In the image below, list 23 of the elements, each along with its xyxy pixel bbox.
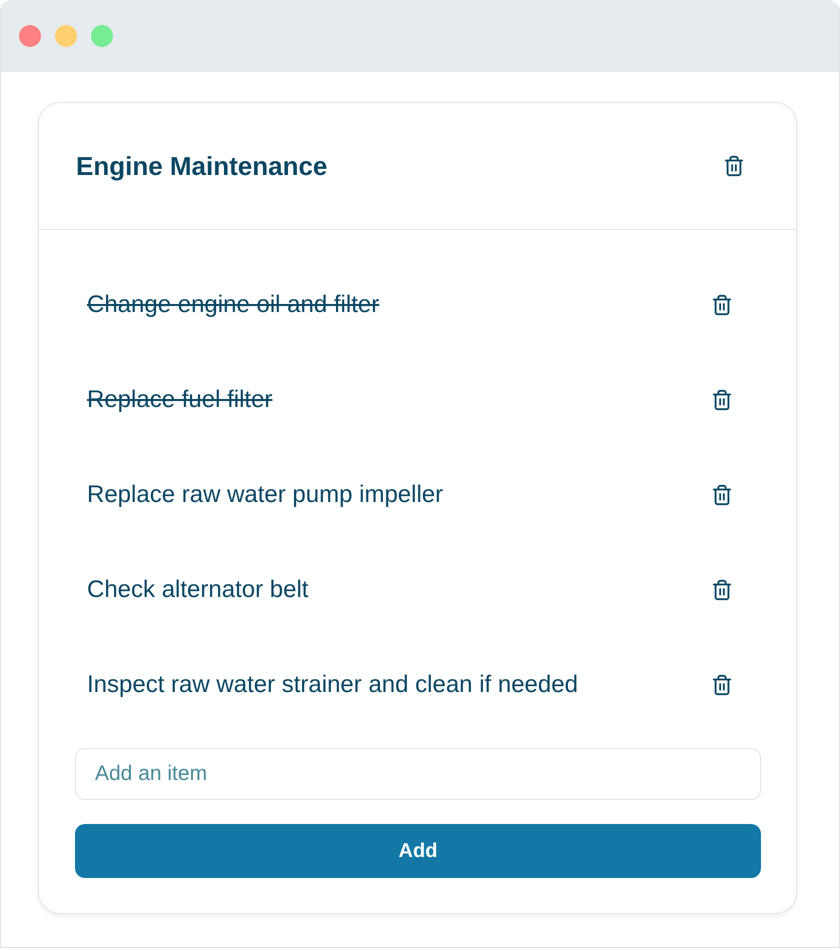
trash-icon (711, 674, 733, 696)
trash-icon (711, 578, 733, 600)
add-button[interactable]: Add (75, 824, 761, 878)
checklist-title: Engine Maintenance (76, 150, 328, 182)
minimize-dot-icon[interactable] (55, 25, 77, 47)
item-text[interactable]: Replace raw water pump impeller (87, 480, 444, 508)
completed-item-text[interactable]: Replace fuel filter (87, 386, 272, 414)
trash-icon (711, 484, 733, 506)
close-dot-icon[interactable] (19, 25, 41, 47)
add-item-field[interactable]: Add an item (75, 748, 761, 800)
trash-icon (711, 294, 733, 316)
trash-icon (711, 388, 733, 410)
delete-list-button[interactable] (723, 155, 745, 177)
delete-item-button[interactable] (711, 484, 733, 506)
item-text[interactable]: Check alternator belt (87, 576, 308, 604)
delete-item-button[interactable] (711, 294, 733, 316)
zoom-dot-icon[interactable] (91, 25, 113, 47)
delete-item-button[interactable] (711, 578, 733, 600)
completed-item-text[interactable]: Change engine oil and filter (87, 290, 380, 318)
delete-item-button[interactable] (711, 674, 733, 696)
trash-icon (723, 155, 745, 177)
item-text[interactable]: Inspect raw water strainer and clean if needed (87, 670, 578, 698)
delete-item-button[interactable] (711, 388, 733, 410)
